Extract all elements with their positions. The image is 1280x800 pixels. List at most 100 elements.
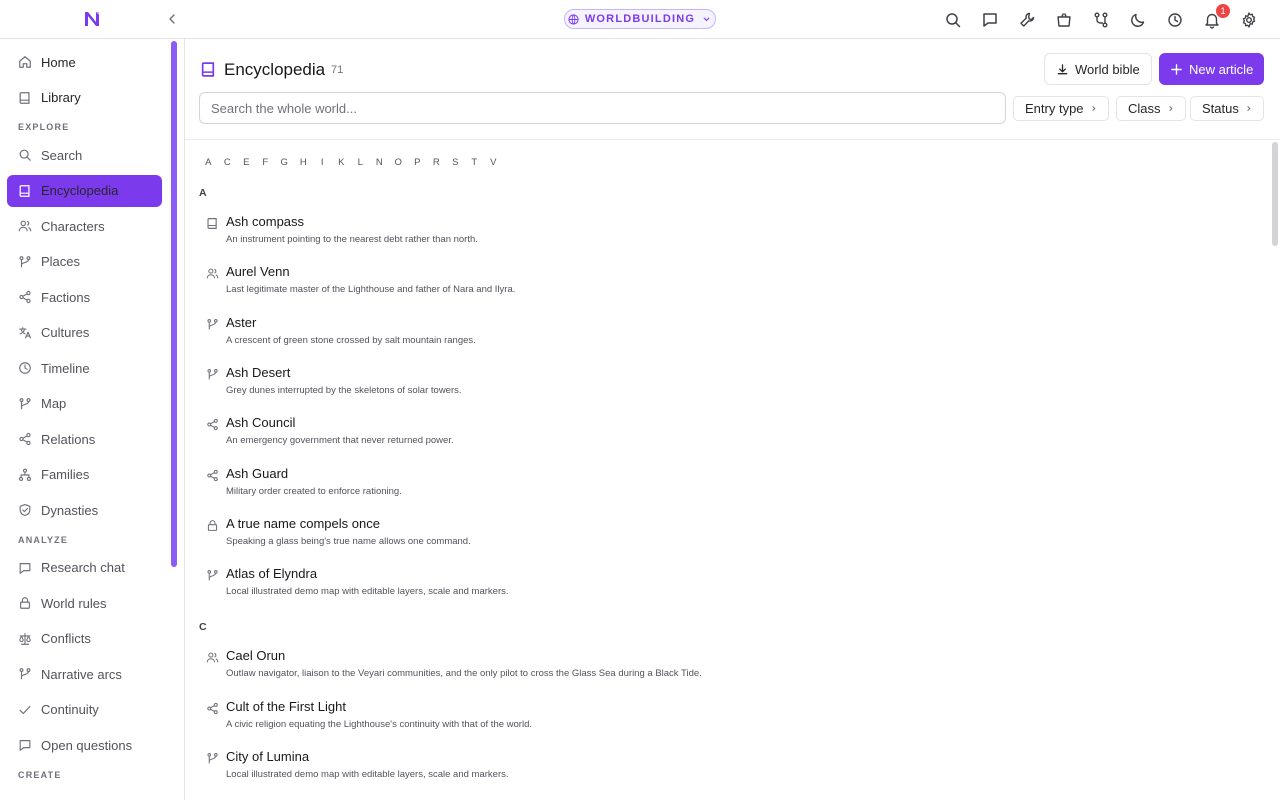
- letter-link-e[interactable]: E: [242, 157, 251, 168]
- sidebar-item-continuity[interactable]: Continuity: [7, 694, 162, 726]
- list-item[interactable]: Ash Council An emergency government that …: [206, 415, 826, 457]
- sidebar-item-label: Characters: [41, 218, 105, 234]
- entry-title: City of Lumina: [226, 749, 310, 764]
- letter-link-p[interactable]: P: [413, 157, 422, 168]
- list-item[interactable]: Cael Orun Outlaw navigator, liaison to th…: [206, 648, 826, 690]
- sidebar-item-label: Dynasties: [41, 502, 99, 518]
- clock-icon[interactable]: [1166, 11, 1184, 29]
- book-icon: [18, 184, 32, 198]
- sidebar-item-home[interactable]: Home: [7, 46, 162, 78]
- list-item[interactable]: Aster A crescent of green stone crossed b…: [206, 315, 826, 357]
- sidebar-item-label: Cultures: [41, 325, 90, 340]
- entry-title: Ash Council: [226, 415, 296, 431]
- users-icon: [206, 267, 219, 280]
- list-item[interactable]: Ash compass An instrument pointing to the…: [206, 214, 826, 256]
- book-icon: [206, 217, 219, 230]
- sidebar-item-families[interactable]: Families: [7, 459, 162, 491]
- family-icon: [18, 468, 32, 482]
- list-item[interactable]: Ash Desert Grey dunes interrupted by the …: [206, 365, 826, 407]
- sidebar-item-encyclopedia[interactable]: Encyclopedia: [7, 174, 162, 207]
- letter-link-v[interactable]: V: [489, 157, 498, 168]
- list-item[interactable]: A true name compels once Speaking a glass…: [206, 516, 826, 558]
- sidebar-item-places[interactable]: Places: [7, 246, 162, 278]
- share-icon: [206, 469, 219, 482]
- list-item[interactable]: Ash Guard Military order created to enfor…: [206, 466, 826, 508]
- letter-link-s[interactable]: S: [451, 157, 460, 168]
- sidebar-item-map[interactable]: Map: [7, 388, 162, 420]
- git-fork-icon[interactable]: [1092, 11, 1110, 29]
- letter-link-a[interactable]: A: [204, 157, 213, 168]
- letter-link-n[interactable]: N: [375, 157, 384, 168]
- sidebar-scrollbar[interactable]: [171, 41, 177, 567]
- main-scrollbar[interactable]: [1272, 142, 1278, 246]
- sidebar: Home Library EXPLORE Search Encyclopedia Char…: [0, 39, 185, 800]
- home-icon: [18, 55, 32, 69]
- sidebar-item-cultures[interactable]: Cultures: [7, 317, 162, 349]
- sidebar-item-world-rules[interactable]: World rules: [7, 587, 162, 619]
- collapse-sidebar-icon[interactable]: [164, 11, 180, 27]
- entry-title: Aster: [226, 314, 257, 330]
- sidebar-item-search[interactable]: Search: [7, 139, 162, 171]
- main-content: Encyclopedia 71 World bible New article …: [185, 39, 1280, 800]
- letter-link-r[interactable]: R: [432, 157, 441, 168]
- world-bible-button[interactable]: World bible: [1044, 53, 1152, 85]
- sidebar-item-open-questions[interactable]: Open questions: [7, 729, 162, 761]
- entry-type-filter-label: Entry type: [1025, 101, 1084, 116]
- entry-title: Ash Desert: [226, 364, 291, 380]
- sidebar-item-timeline[interactable]: Timeline: [7, 352, 162, 384]
- gear-icon[interactable]: [1240, 11, 1258, 29]
- shield-icon: [18, 503, 32, 517]
- sidebar-item-label: Open questions: [41, 737, 133, 753]
- share-icon: [18, 290, 32, 304]
- class-filter[interactable]: Class: [1116, 96, 1186, 121]
- letter-link-i[interactable]: I: [318, 157, 327, 168]
- letter-link-h[interactable]: H: [299, 157, 308, 168]
- sidebar-item-label: World rules: [41, 595, 107, 611]
- wrench-icon[interactable]: [1018, 11, 1036, 29]
- letter-link-f[interactable]: F: [261, 157, 270, 168]
- list-item[interactable]: Cult of the First Light A civic religion …: [206, 699, 826, 741]
- branch-icon: [206, 318, 219, 331]
- sidebar-item-relations[interactable]: Relations: [7, 423, 162, 455]
- chat-icon[interactable]: [981, 11, 999, 29]
- search-icon[interactable]: [944, 11, 962, 29]
- chat-icon: [18, 561, 32, 575]
- letter-link-g[interactable]: G: [280, 157, 289, 168]
- list-item[interactable]: City of Lumina Local illustrated demo map…: [206, 749, 826, 791]
- plus-icon: [1170, 63, 1183, 76]
- notification-badge: 1: [1216, 3, 1230, 18]
- sidebar-item-narrative-arcs[interactable]: Narrative arcs: [7, 658, 162, 690]
- globe-icon: [568, 13, 579, 25]
- search-input[interactable]: [199, 92, 1006, 124]
- class-filter-label: Class: [1128, 101, 1161, 116]
- sidebar-item-dynasties[interactable]: Dynasties: [7, 494, 162, 526]
- moon-icon[interactable]: [1129, 11, 1147, 29]
- bell-icon[interactable]: 1: [1203, 3, 1230, 29]
- branch-icon: [206, 752, 219, 765]
- entry-description: Outlaw navigator, liaison to the Veyari …: [226, 668, 702, 680]
- sidebar-item-label: Research chat: [41, 560, 125, 575]
- letter-link-k[interactable]: K: [337, 157, 346, 168]
- sidebar-item-label: Continuity: [41, 702, 99, 717]
- sidebar-item-characters[interactable]: Characters: [7, 210, 162, 242]
- new-article-button[interactable]: New article: [1159, 53, 1265, 85]
- sidebar-item-label: Conflicts: [41, 631, 91, 646]
- sidebar-item-factions[interactable]: Factions: [7, 281, 162, 313]
- project-selector[interactable]: WORLDBUILDING: [564, 9, 716, 29]
- list-item[interactable]: Aurel Venn Last legitimate master of the …: [206, 264, 826, 306]
- sidebar-item-conflicts[interactable]: Conflicts: [7, 623, 162, 655]
- sidebar-item-research-chat[interactable]: Research chat: [7, 552, 162, 584]
- letter-link-o[interactable]: O: [394, 157, 403, 168]
- entry-type-filter[interactable]: Entry type: [1013, 96, 1109, 121]
- project-name: WORLDBUILDING: [584, 13, 696, 25]
- chevron-down-icon: [701, 14, 712, 25]
- status-filter[interactable]: Status: [1190, 96, 1264, 121]
- app-logo-icon[interactable]: [83, 10, 101, 28]
- letter-link-l[interactable]: L: [356, 157, 365, 168]
- sidebar-item-library[interactable]: Library: [7, 82, 162, 114]
- letter-link-t[interactable]: T: [470, 157, 479, 168]
- bag-icon[interactable]: [1055, 11, 1073, 29]
- letter-link-c[interactable]: C: [223, 157, 232, 168]
- page-title: Encyclopedia: [224, 60, 326, 79]
- list-item[interactable]: Atlas of Elyndra Local illustrated demo m…: [206, 566, 826, 608]
